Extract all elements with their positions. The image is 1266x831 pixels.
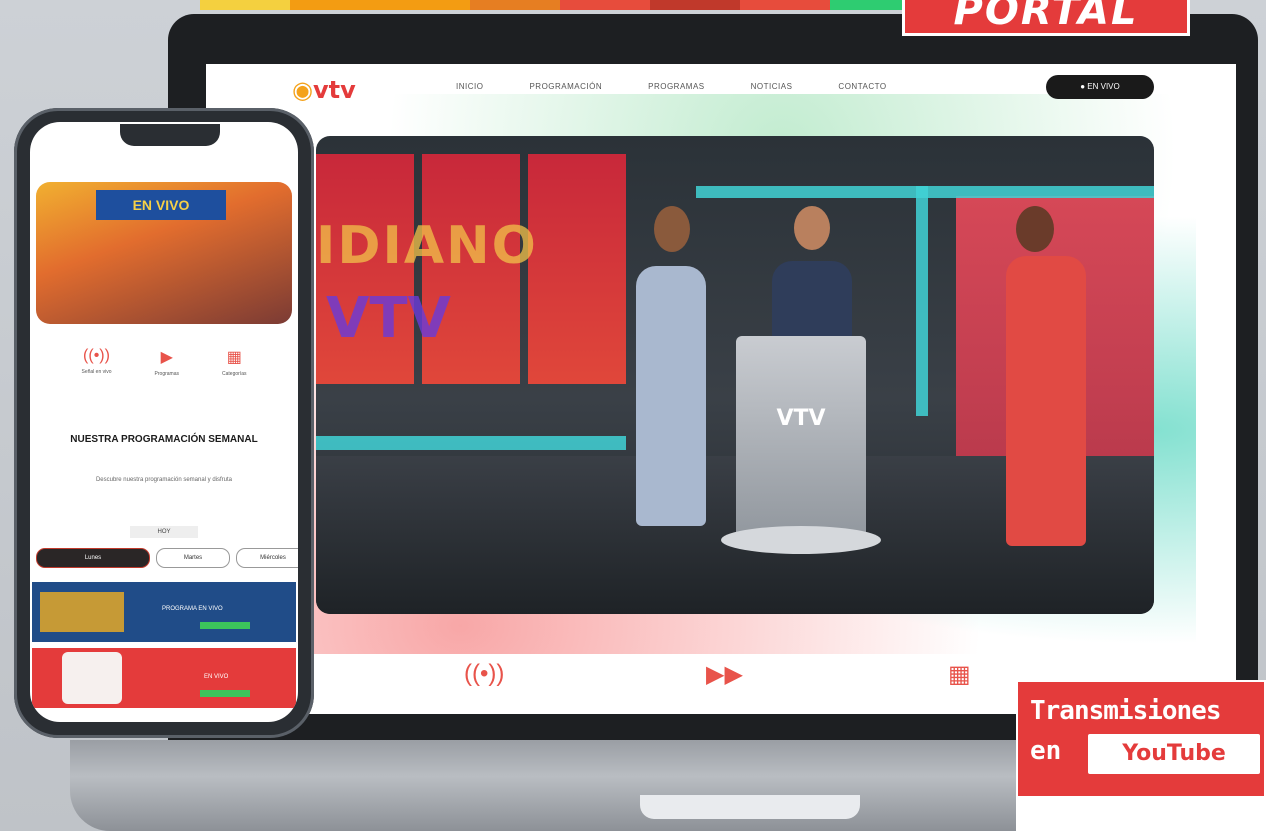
studio-set-text: IDIANO bbox=[316, 216, 538, 276]
phone-quick-icons: ((•)) Señal en vivo ▶ Programas ▦ Catego… bbox=[30, 347, 298, 377]
phone-icon-programs[interactable]: ▶ Programas bbox=[155, 347, 179, 377]
nav-link-news[interactable]: NOTICIAS bbox=[751, 82, 793, 91]
video-icon: ▶ bbox=[160, 349, 173, 366]
presenter-2 bbox=[772, 261, 852, 341]
live-video-player[interactable]: IDIANO VTV VTV bbox=[316, 136, 1154, 614]
nav-link-programs[interactable]: PROGRAMAS bbox=[648, 82, 705, 91]
tab-day-3[interactable]: Miércoles bbox=[236, 548, 298, 568]
youtube-logo: YouTube bbox=[1122, 741, 1226, 766]
program-card-text: EN VIVO bbox=[204, 674, 229, 680]
tab-day-1[interactable]: Lunes bbox=[36, 548, 150, 568]
site-nav: ◉vtv INICIO PROGRAMACIÓN PROGRAMAS NOTIC… bbox=[206, 64, 1236, 120]
color-strip-segment bbox=[650, 0, 740, 10]
laptop-notch bbox=[640, 795, 860, 819]
program-thumbnail bbox=[62, 652, 122, 704]
laptop-screen: ◉vtv INICIO PROGRAMACIÓN PROGRAMAS NOTIC… bbox=[206, 64, 1236, 714]
phone-notch bbox=[120, 124, 220, 146]
program-card[interactable]: EN VIVO bbox=[32, 648, 296, 708]
phone-section-heading: NUESTRA PROGRAMACIÓN SEMANAL bbox=[70, 434, 258, 445]
presenter-1-head bbox=[654, 206, 690, 252]
phone-screen: EN VIVO ((•)) Señal en vivo ▶ Programas … bbox=[30, 122, 298, 722]
phone-icon-categories[interactable]: ▦ Categorías bbox=[222, 347, 246, 377]
studio-set-logo: VTV bbox=[326, 286, 451, 351]
phone-day-tabs: Lunes Martes Miércoles bbox=[36, 548, 298, 568]
program-card-text: PROGRAMA EN VIVO bbox=[162, 606, 223, 612]
color-strip-segment bbox=[290, 0, 380, 10]
program-status-pill bbox=[200, 690, 250, 697]
broadcast-icon: ((•)) bbox=[83, 347, 110, 364]
phone-hero-image[interactable]: EN VIVO bbox=[36, 182, 292, 324]
program-thumbnail bbox=[40, 592, 124, 632]
grid-icon: ▦ bbox=[226, 349, 242, 366]
podium-logo: VTV bbox=[776, 406, 826, 431]
phone-icon-live[interactable]: ((•)) Señal en vivo bbox=[82, 347, 112, 377]
portal-badge: PORTAL bbox=[902, 0, 1190, 36]
nav-link-programming[interactable]: PROGRAMACIÓN bbox=[529, 82, 602, 91]
presenter-3-head bbox=[1016, 206, 1054, 252]
nav-link-home[interactable]: INICIO bbox=[456, 82, 483, 91]
live-button[interactable]: ● EN VIVO bbox=[1046, 75, 1154, 99]
badge-bottom-strip bbox=[1018, 796, 1264, 829]
top-color-strip bbox=[200, 0, 920, 10]
badge-title: Transmisiones bbox=[1030, 696, 1221, 726]
color-strip-segment bbox=[560, 0, 650, 10]
program-status-pill bbox=[200, 622, 250, 629]
podium-base bbox=[721, 526, 881, 554]
color-strip-segment bbox=[740, 0, 830, 10]
presenter-2-head bbox=[794, 206, 830, 250]
presenter-3 bbox=[1006, 256, 1086, 546]
studio-light-bar bbox=[316, 436, 626, 450]
nav-link-contact[interactable]: CONTACTO bbox=[838, 82, 886, 91]
phone-hero-banner: EN VIVO bbox=[96, 190, 226, 220]
presenter-1 bbox=[636, 266, 706, 526]
site-logo[interactable]: ◉vtv bbox=[292, 76, 356, 104]
video-icon[interactable]: ▶▶ bbox=[706, 660, 743, 689]
color-strip-segment bbox=[200, 0, 290, 10]
youtube-transmissions-badge: Transmisiones en YouTube bbox=[1016, 680, 1266, 831]
broadcast-icon[interactable]: ((•)) bbox=[464, 660, 504, 688]
phone-icon-label: Señal en vivo bbox=[81, 369, 112, 375]
grid-icon[interactable]: ▦ bbox=[948, 660, 971, 689]
phone-icon-label: Categorías bbox=[222, 371, 247, 377]
color-strip-segment bbox=[470, 0, 560, 10]
badge-en: en bbox=[1030, 736, 1062, 766]
podium bbox=[736, 336, 866, 546]
logo-mark-icon: ◉ bbox=[292, 76, 313, 104]
tab-day-2[interactable]: Martes bbox=[156, 548, 230, 568]
phone-section-subtext: Descubre nuestra programación semanal y … bbox=[95, 477, 233, 483]
logo-text: vtv bbox=[312, 76, 356, 104]
color-strip-segment bbox=[380, 0, 470, 10]
phone-date-chip: HOY bbox=[130, 526, 198, 538]
studio-light-bar bbox=[916, 186, 928, 416]
phone-icon-label: Programas bbox=[154, 371, 179, 377]
program-card[interactable]: PROGRAMA EN VIVO bbox=[32, 582, 296, 642]
nav-links: INICIO PROGRAMACIÓN PROGRAMAS NOTICIAS C… bbox=[456, 82, 887, 91]
